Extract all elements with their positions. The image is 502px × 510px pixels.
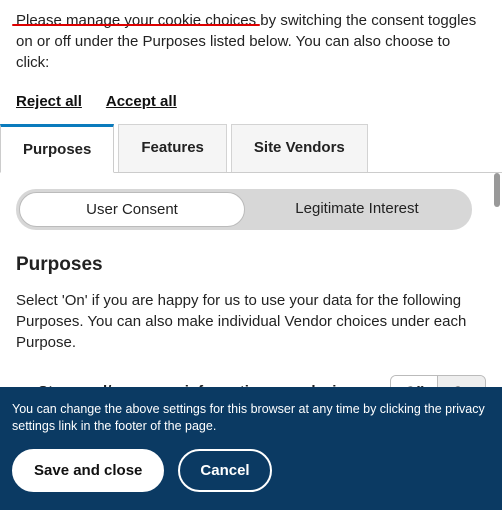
footer-note: You can change the above settings for th… bbox=[12, 401, 490, 435]
tab-purposes[interactable]: Purposes bbox=[0, 124, 114, 173]
tab-site-vendors[interactable]: Site Vendors bbox=[231, 124, 368, 172]
reject-all-link[interactable]: Reject all bbox=[16, 93, 82, 110]
consent-basis-switch: User Consent Legitimate Interest bbox=[16, 189, 472, 230]
seg-user-consent[interactable]: User Consent bbox=[19, 192, 245, 227]
intro-copy: Please manage your cookie choices by swi… bbox=[16, 12, 476, 71]
footer-buttons: Save and close Cancel bbox=[12, 449, 490, 492]
dialog-footer: You can change the above settings for th… bbox=[0, 387, 502, 510]
intro-text: Please manage your cookie choices by swi… bbox=[16, 10, 486, 73]
save-and-close-button[interactable]: Save and close bbox=[12, 449, 164, 492]
tab-features[interactable]: Features bbox=[118, 124, 227, 172]
dialog-body: Please manage your cookie choices by swi… bbox=[0, 0, 502, 124]
seg-legitimate-interest[interactable]: Legitimate Interest bbox=[245, 192, 469, 227]
tab-panel: User Consent Legitimate Interest Purpose… bbox=[0, 173, 502, 423]
highlight-annotation bbox=[12, 24, 260, 26]
accept-all-link[interactable]: Accept all bbox=[106, 93, 177, 110]
bulk-actions: Reject all Accept all bbox=[16, 81, 486, 124]
tab-bar: Purposes Features Site Vendors bbox=[0, 124, 502, 173]
scrollbar-thumb[interactable] bbox=[494, 173, 500, 207]
section-heading: Purposes bbox=[16, 254, 486, 276]
section-description: Select 'On' if you are happy for us to u… bbox=[16, 290, 486, 353]
cancel-button[interactable]: Cancel bbox=[178, 449, 271, 492]
